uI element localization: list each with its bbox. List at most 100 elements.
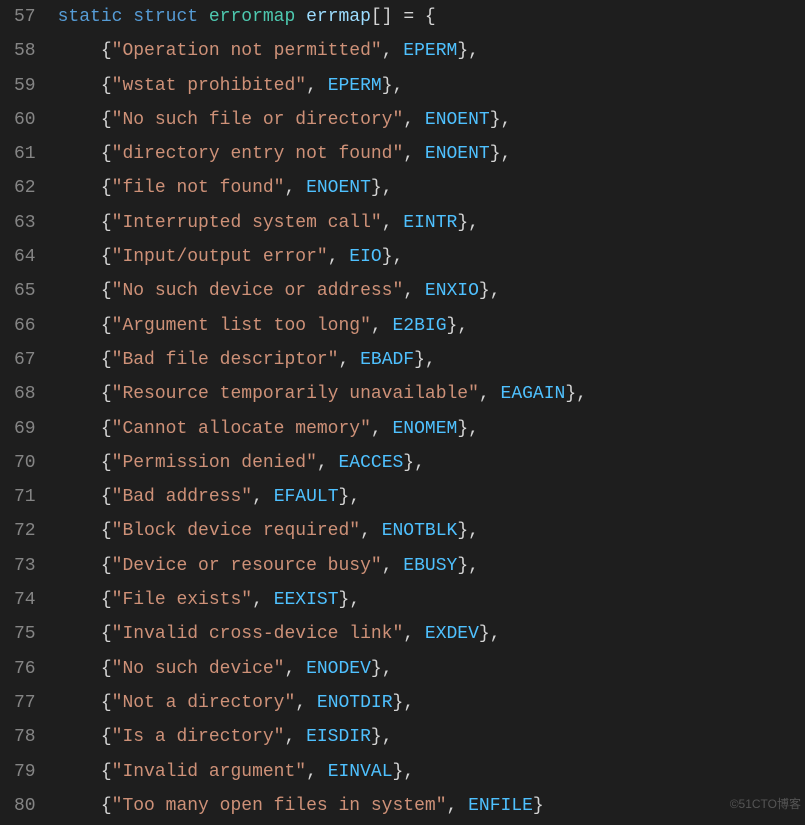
- open-brace: {: [101, 624, 112, 644]
- close-brace: }: [371, 659, 382, 679]
- code-line[interactable]: {"Too many open files in system", ENFILE…: [58, 789, 587, 823]
- trailing-comma: ,: [468, 521, 479, 541]
- open-brace: {: [101, 659, 112, 679]
- code-line[interactable]: {"No such device or address", ENXIO},: [58, 274, 587, 308]
- comma: ,: [252, 590, 274, 610]
- code-line[interactable]: {"file not found", ENOENT},: [58, 171, 587, 205]
- line-number: 75: [14, 617, 36, 651]
- code-line[interactable]: {"Bad file descriptor", EBADF},: [58, 343, 587, 377]
- open-brace: {: [101, 247, 112, 267]
- string-literal: "Invalid argument": [112, 762, 306, 782]
- open-brace: {: [101, 316, 112, 336]
- open-brace: {: [425, 7, 436, 27]
- line-number: 71: [14, 480, 36, 514]
- code-line[interactable]: {"Operation not permitted", EPERM},: [58, 34, 587, 68]
- open-brace: {: [101, 384, 112, 404]
- line-number: 67: [14, 343, 36, 377]
- comma: ,: [371, 419, 393, 439]
- close-brace: }: [479, 281, 490, 301]
- code-line[interactable]: {"Invalid argument", EINVAL},: [58, 755, 587, 789]
- line-number: 62: [14, 171, 36, 205]
- line-number: 58: [14, 34, 36, 68]
- line-number: 68: [14, 377, 36, 411]
- string-literal: "wstat prohibited": [112, 76, 306, 96]
- code-line[interactable]: {"Device or resource busy", EBUSY},: [58, 549, 587, 583]
- error-constant: EFAULT: [274, 487, 339, 507]
- error-constant: EINVAL: [328, 762, 393, 782]
- code-line[interactable]: {"Is a directory", EISDIR},: [58, 720, 587, 754]
- trailing-comma: ,: [468, 41, 479, 61]
- code-line[interactable]: static struct errormap errmap[] = {: [58, 0, 587, 34]
- code-line[interactable]: {"Bad address", EFAULT},: [58, 480, 587, 514]
- code-line[interactable]: {"Cannot allocate memory", ENOMEM},: [58, 412, 587, 446]
- error-constant: EINTR: [403, 213, 457, 233]
- trailing-comma: ,: [501, 144, 512, 164]
- comma: ,: [284, 659, 306, 679]
- code-line[interactable]: {"Interrupted system call", EINTR},: [58, 206, 587, 240]
- comma: ,: [447, 796, 469, 816]
- code-line[interactable]: {"Input/output error", EIO},: [58, 240, 587, 274]
- trailing-comma: ,: [349, 487, 360, 507]
- trailing-comma: ,: [490, 624, 501, 644]
- error-constant: EIO: [349, 247, 381, 267]
- code-line[interactable]: {"Resource temporarily unavailable", EAG…: [58, 377, 587, 411]
- open-brace: {: [101, 213, 112, 233]
- code-line[interactable]: {"directory entry not found", ENOENT},: [58, 137, 587, 171]
- close-brace: }: [479, 624, 490, 644]
- line-number: 66: [14, 309, 36, 343]
- error-constant: E2BIG: [393, 316, 447, 336]
- close-brace: }: [382, 76, 393, 96]
- error-constant: ENODEV: [306, 659, 371, 679]
- open-brace: {: [101, 110, 112, 130]
- code-line[interactable]: {"Not a directory", ENOTDIR},: [58, 686, 587, 720]
- code-line[interactable]: {"Invalid cross-device link", EXDEV},: [58, 617, 587, 651]
- open-brace: {: [101, 144, 112, 164]
- line-number: 57: [14, 0, 36, 34]
- code-line[interactable]: {"Permission denied", EACCES},: [58, 446, 587, 480]
- open-brace: {: [101, 727, 112, 747]
- string-literal: "Bad address": [112, 487, 252, 507]
- error-constant: ENOTDIR: [317, 693, 393, 713]
- trailing-comma: ,: [382, 178, 393, 198]
- code-line[interactable]: {"No such file or directory", ENOENT},: [58, 103, 587, 137]
- trailing-comma: ,: [403, 693, 414, 713]
- comma: ,: [403, 281, 425, 301]
- open-brace: {: [101, 350, 112, 370]
- code-line[interactable]: {"File exists", EEXIST},: [58, 583, 587, 617]
- line-number: 64: [14, 240, 36, 274]
- comma: ,: [382, 41, 404, 61]
- close-brace: }: [447, 316, 458, 336]
- open-brace: {: [101, 762, 112, 782]
- trailing-comma: ,: [501, 110, 512, 130]
- variable-name: errmap: [306, 7, 371, 27]
- string-literal: "Resource temporarily unavailable": [112, 384, 479, 404]
- close-brace: }: [403, 453, 414, 473]
- line-number-gutter: 5758596061626364656667686970717273747576…: [0, 0, 58, 823]
- keyword-static: static: [58, 7, 123, 27]
- trailing-comma: ,: [403, 762, 414, 782]
- code-line[interactable]: {"Block device required", ENOTBLK},: [58, 514, 587, 548]
- line-number: 63: [14, 206, 36, 240]
- comma: ,: [284, 727, 306, 747]
- error-constant: EPERM: [328, 76, 382, 96]
- trailing-comma: ,: [393, 76, 404, 96]
- trailing-comma: ,: [382, 659, 393, 679]
- comma: ,: [295, 693, 317, 713]
- code-line[interactable]: {"Argument list too long", E2BIG},: [58, 309, 587, 343]
- comma: ,: [328, 247, 350, 267]
- code-line[interactable]: {"wstat prohibited", EPERM},: [58, 69, 587, 103]
- code-line[interactable]: {"No such device", ENODEV},: [58, 652, 587, 686]
- close-brace: }: [414, 350, 425, 370]
- line-number: 76: [14, 652, 36, 686]
- code-editor[interactable]: 5758596061626364656667686970717273747576…: [0, 0, 805, 823]
- keyword-struct: struct: [133, 7, 198, 27]
- open-brace: {: [101, 521, 112, 541]
- close-brace: }: [457, 41, 468, 61]
- comma: ,: [403, 624, 425, 644]
- open-brace: {: [101, 178, 112, 198]
- trailing-comma: ,: [468, 419, 479, 439]
- code-area[interactable]: static struct errormap errmap[] = { {"Op…: [58, 0, 587, 823]
- error-constant: EXDEV: [425, 624, 479, 644]
- brackets: []: [371, 7, 393, 27]
- error-constant: ENOENT: [425, 110, 490, 130]
